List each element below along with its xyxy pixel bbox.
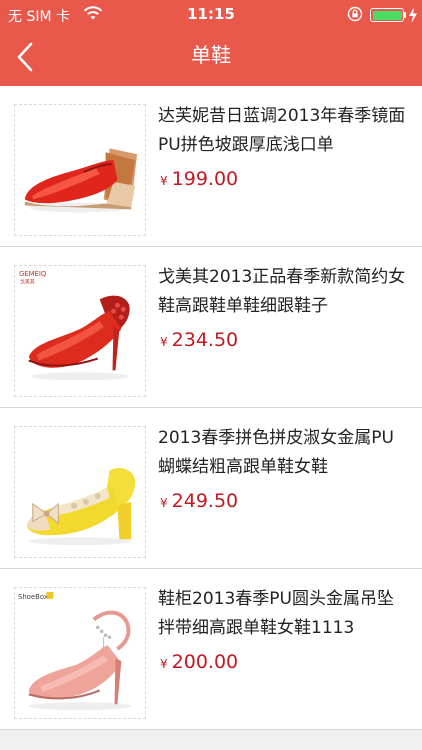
product-image: ShoeBox [14, 587, 146, 719]
price-value: 200.00 [171, 651, 239, 673]
product-item[interactable]: GEMEIQ 戈美其 戈美其2013正品春季新款简约女鞋高跟鞋单鞋细跟鞋子 ¥2… [0, 247, 422, 408]
product-item[interactable]: 达芙妮昔日蓝调2013年春季镜面PU拼色坡跟厚底浅口单 ¥199.00 [0, 86, 422, 247]
currency-symbol: ¥ [160, 496, 168, 510]
product-price: ¥234.50 [160, 329, 238, 351]
product-name: 戈美其2013正品春季新款简约女鞋高跟鞋单鞋细跟鞋子 [158, 267, 406, 316]
currency-symbol: ¥ [160, 657, 168, 671]
product-item[interactable]: 2013春季拼色拼皮淑女金属PU蝴蝶结粗高跟单鞋女鞋 ¥249.50 [0, 408, 422, 569]
page-title: 单鞋 [191, 43, 231, 67]
charging-bolt-icon [409, 7, 417, 23]
product-item[interactable]: ShoeBox 鞋柜2013春季PU圆头金属吊坠拌带细高跟单鞋女鞋1113 ¥2… [0, 569, 422, 730]
product-image [14, 104, 146, 236]
currency-symbol: ¥ [160, 335, 168, 349]
price-value: 249.50 [171, 490, 239, 512]
currency-symbol: ¥ [160, 174, 168, 188]
brand-logo: GEMEIQ [19, 270, 47, 278]
nav-bar: 无 SIM 卡 11:15 单鞋 [0, 0, 422, 86]
product-image: GEMEIQ 戈美其 [14, 265, 146, 397]
status-bar: 无 SIM 卡 11:15 [0, 0, 422, 30]
brand-logo-cn: 戈美其 [20, 279, 35, 286]
red-heel-shoe-image: GEMEIQ 戈美其 [15, 266, 145, 396]
product-image [14, 426, 146, 558]
product-name: 鞋柜2013春季PU圆头金属吊坠拌带细高跟单鞋女鞋1113 [158, 589, 394, 638]
battery-tip [404, 12, 406, 18]
yellow-bow-shoe-image [15, 427, 145, 557]
red-wedge-shoe-image [15, 105, 145, 235]
product-name: 达芙妮昔日蓝调2013年春季镜面PU拼色坡跟厚底浅口单 [158, 106, 406, 155]
product-price: ¥249.50 [160, 490, 238, 512]
battery-icon [370, 8, 404, 22]
product-name: 2013春季拼色拼皮淑女金属PU蝴蝶结粗高跟单鞋女鞋 [158, 428, 394, 477]
pink-strap-shoe-image: ShoeBox [15, 588, 145, 718]
product-price: ¥199.00 [160, 168, 238, 190]
price-value: 199.00 [171, 168, 239, 190]
product-list: 达芙妮昔日蓝调2013年春季镜面PU拼色坡跟厚底浅口单 ¥199.00 GEME… [0, 86, 422, 730]
rotation-lock-icon [347, 6, 363, 22]
price-value: 234.50 [171, 329, 239, 351]
product-price: ¥200.00 [160, 651, 238, 673]
brand-logo: ShoeBox [18, 593, 48, 601]
